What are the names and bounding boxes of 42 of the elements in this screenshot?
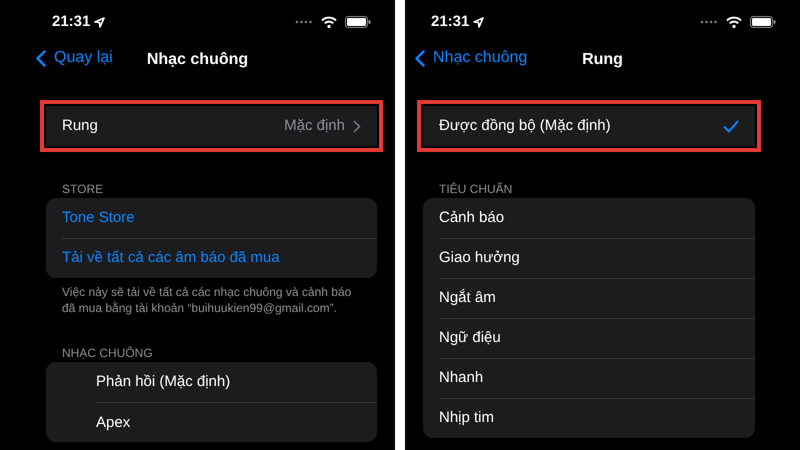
signal-dots-icon: [295, 20, 313, 24]
option-label: Nhịp tim: [439, 408, 496, 428]
option-row[interactable]: Giao hưởng: [439, 238, 755, 278]
option-label: Cảnh báo: [439, 208, 506, 228]
back-button[interactable]: Nhạc chuông: [415, 46, 528, 70]
option-row[interactable]: Được đồng bộ (Mặc định): [439, 106, 755, 146]
screen-title: Nhạc chuông: [146, 50, 248, 70]
option-label: Được đồng bộ (Mặc định): [439, 116, 612, 136]
option-row[interactable]: Cảnh báo: [439, 198, 755, 238]
signal-dots-icon: [700, 20, 718, 24]
battery-icon: [750, 16, 776, 28]
chevron-left-icon: [36, 50, 46, 66]
section-footer: Việc này sẽ tải về tất cả các nhạc chuông và cảnh báo đã mua bằng tài khoản “buihuukien99@gmail.com”.: [46, 278, 377, 316]
screen-title: Rung: [582, 50, 623, 70]
option-label: Ngữ điệu: [439, 328, 502, 348]
option-label: Giao hưởng: [439, 248, 521, 268]
row-value: Mặc định: [284, 116, 345, 136]
back-button[interactable]: Quay lại: [36, 46, 113, 70]
link-row[interactable]: Tone Store: [62, 206, 361, 230]
option-row[interactable]: Nhanh: [439, 358, 755, 398]
link-row[interactable]: Tải về tất cả các âm báo đã mua: [62, 247, 361, 270]
row-label: Rung: [62, 116, 99, 136]
option-label: Nhanh: [439, 368, 484, 388]
option-row[interactable]: Ngắt âm: [439, 278, 755, 318]
wifi-icon: [321, 16, 337, 28]
settings-row[interactable]: Rung Mặc định: [62, 106, 377, 146]
section-header: STORE: [61, 181, 104, 198]
status-time: 21:31: [52, 12, 90, 32]
section-header: TIÊU CHUẨN: [438, 181, 514, 198]
wifi-icon: [726, 16, 742, 28]
battery-icon: [345, 16, 371, 28]
section-header: NHẠC CHUÔNG: [61, 345, 154, 362]
option-label: Ngắt âm: [439, 288, 497, 308]
option-row[interactable]: Ngữ điệu: [439, 318, 755, 358]
tone-row[interactable]: Phản hồi (Mặc định): [96, 362, 377, 402]
location-arrow-icon: [473, 16, 484, 28]
tone-row[interactable]: Apex: [96, 402, 377, 442]
location-arrow-icon: [94, 16, 106, 28]
status-time: 21:31: [431, 12, 470, 32]
chevron-left-icon: [415, 50, 425, 66]
option-row[interactable]: Nhịp tim: [439, 398, 755, 438]
chevron-right-icon: [353, 120, 361, 132]
